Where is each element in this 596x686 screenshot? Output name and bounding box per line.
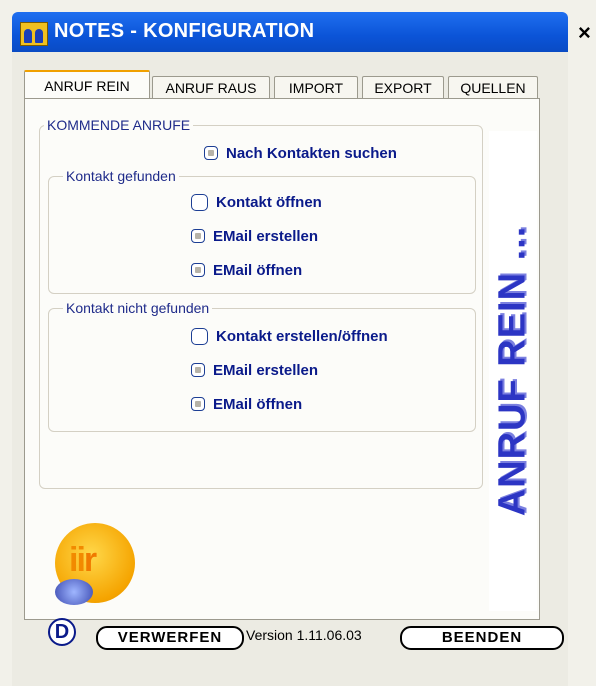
tab-import[interactable]: IMPORT [274, 76, 358, 98]
found-open-email-option[interactable]: EMail öffnen [191, 259, 302, 281]
incoming-calls-group: KOMMENDE ANRUFE Nach Kontakten suchen Ko… [39, 117, 483, 489]
notfound-create-email-option[interactable]: EMail erstellen [191, 359, 318, 381]
notfound-open-email-label: EMail öffnen [213, 395, 303, 413]
found-open-contact-checkbox[interactable] [191, 193, 208, 211]
found-open-contact-option[interactable]: Kontakt öffnen [191, 191, 322, 213]
tab-quellen[interactable]: QUELLEN [448, 76, 538, 98]
banner-text: ANRUF REIN ... [491, 225, 534, 517]
found-create-email-label: EMail erstellen [213, 227, 319, 245]
exit-button[interactable]: BEENDEN [400, 626, 564, 650]
tab-anruf-rein[interactable]: ANRUF REIN [24, 70, 150, 98]
found-create-email-checkbox[interactable] [191, 229, 205, 243]
close-icon[interactable]: × [578, 20, 591, 46]
discard-button[interactable]: VERWERFEN [96, 626, 244, 650]
title-bar-inner[interactable]: NOTES - KONFIGURATION [12, 12, 568, 52]
notfound-create-email-label: EMail erstellen [213, 361, 319, 379]
config-window: ANRUF REIN ANRUF RAUS IMPORT EXPORT QUEL… [12, 52, 568, 686]
incoming-calls-legend: KOMMENDE ANRUFE [44, 117, 194, 133]
contact-not-found-group: Kontakt nicht gefunden Kontakt erstellen… [48, 300, 476, 432]
window-title: NOTES - KONFIGURATION [54, 20, 315, 42]
logo-icon: iir [51, 509, 149, 607]
search-contacts-option[interactable]: Nach Kontakten suchen [204, 142, 397, 164]
found-create-email-option[interactable]: EMail erstellen [191, 225, 318, 247]
notfound-create-email-checkbox[interactable] [191, 363, 205, 377]
search-contacts-label: Nach Kontakten suchen [226, 144, 397, 162]
found-open-contact-label: Kontakt öffnen [216, 193, 322, 211]
contact-found-legend: Kontakt gefunden [63, 168, 179, 184]
notfound-create-contact-label: Kontakt erstellen/öffnen [216, 327, 388, 345]
notfound-open-email-option[interactable]: EMail öffnen [191, 393, 302, 415]
side-banner: ANRUF REIN ... [489, 131, 537, 611]
title-bar: NOTES - KONFIGURATION × [0, 0, 596, 52]
tab-panel-anruf-rein: KOMMENDE ANRUFE Nach Kontakten suchen Ko… [24, 98, 540, 620]
contact-not-found-legend: Kontakt nicht gefunden [63, 300, 213, 316]
version-label: Version 1.11.06.03 [246, 627, 362, 643]
app-icon [20, 22, 48, 46]
tab-anruf-raus[interactable]: ANRUF RAUS [152, 76, 270, 98]
notfound-create-contact-option[interactable]: Kontakt erstellen/öffnen [191, 325, 388, 347]
notfound-open-email-checkbox[interactable] [191, 397, 205, 411]
search-contacts-checkbox[interactable] [204, 146, 218, 160]
tab-export[interactable]: EXPORT [362, 76, 444, 98]
found-open-email-label: EMail öffnen [213, 261, 303, 279]
d-button[interactable]: D [48, 618, 76, 646]
contact-found-group: Kontakt gefunden Kontakt öffnen EMail er… [48, 168, 476, 294]
notfound-create-contact-checkbox[interactable] [191, 327, 208, 345]
found-open-email-checkbox[interactable] [191, 263, 205, 277]
